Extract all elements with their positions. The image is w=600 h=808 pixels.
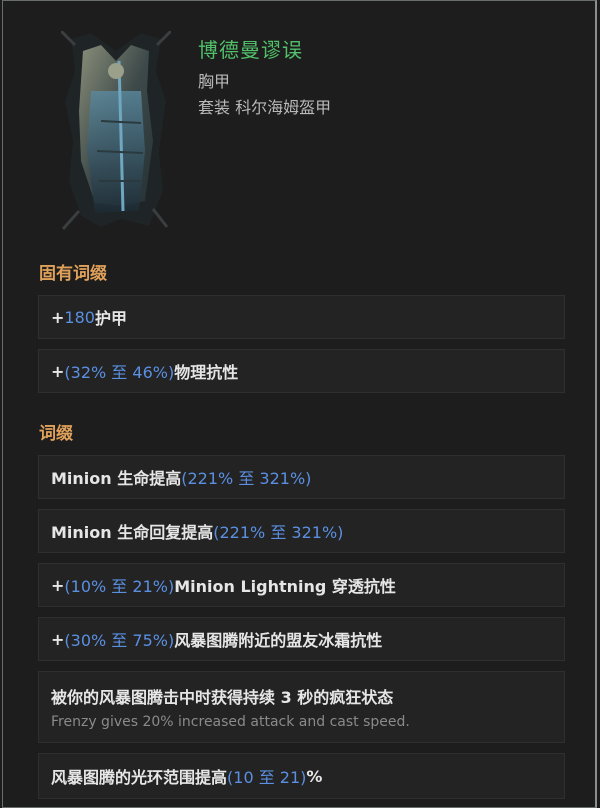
affix-row-cold-resist: + (30% 至 75%) 风暴图腾附近的盟友冰霜抗性 xyxy=(38,617,565,661)
frenzy-description: Frenzy gives 20% increased attack and ca… xyxy=(51,714,410,730)
item-set: 套装 科尔海姆盔甲 xyxy=(198,98,332,117)
aura-label: 风暴图腾的光环范围提高 xyxy=(51,768,228,787)
cold-value: (30% 至 75%) xyxy=(64,631,175,650)
affix-row-minion-life: Minion 生命提高 (221% 至 321%) xyxy=(38,455,565,499)
frenzy-label: 被你的风暴图腾击中时获得持续 3 秒的疯狂状态 xyxy=(51,688,394,707)
chest-armor-icon xyxy=(61,31,171,230)
phys-label: 物理抗性 xyxy=(174,363,239,382)
armor-value: 180 xyxy=(64,307,95,327)
affix-section-title: 词缀 xyxy=(39,424,73,444)
phys-value: (32% 至 46%) xyxy=(64,363,175,382)
item-name: 博德曼谬误 xyxy=(198,38,303,62)
affix-row-frenzy: 被你的风暴图腾击中时获得持续 3 秒的疯狂状态 Frenzy gives 20%… xyxy=(38,671,565,743)
armor-label: 护甲 xyxy=(94,309,127,328)
implicit-row-armor: +180 护甲 xyxy=(38,295,565,339)
implicit-row-physical-resist: + (32% 至 46%) 物理抗性 xyxy=(38,349,565,393)
lightning-prefix: + xyxy=(51,575,65,595)
minion-regen-label: Minion 生命回复提高 xyxy=(51,523,214,542)
implicit-section-title: 固有词缀 xyxy=(39,264,107,284)
item-header: 博德曼谬误 胸甲 套装 科尔海姆盔甲 xyxy=(3,1,595,246)
affix-row-lightning-pen: + (10% 至 21%) Minion Lightning 穿透抗性 xyxy=(38,563,565,607)
affix-row-aura-range: 风暴图腾的光环范围提高 (10 至 21)% xyxy=(38,753,565,799)
lightning-label: Minion Lightning 穿透抗性 xyxy=(174,577,396,596)
item-type: 胸甲 xyxy=(198,72,231,91)
cold-prefix: + xyxy=(51,629,65,649)
phys-prefix: + xyxy=(51,361,65,381)
lightning-value: (10% 至 21%) xyxy=(64,577,175,596)
minion-life-label: Minion 生命提高 xyxy=(51,469,182,488)
minion-life-value: (221% 至 321%) xyxy=(181,469,312,488)
cold-label: 风暴图腾附近的盟友冰霜抗性 xyxy=(174,631,383,650)
minion-regen-value: (221% 至 321%) xyxy=(213,523,344,542)
aura-suffix: % xyxy=(306,766,323,786)
armor-prefix: + xyxy=(51,307,65,327)
affix-row-minion-regen: Minion 生命回复提高 (221% 至 321%) xyxy=(38,509,565,553)
aura-value: (10 至 21) xyxy=(227,768,307,787)
item-tooltip: 博德曼谬误 胸甲 套装 科尔海姆盔甲 固有词缀 +180 护甲 + (32% 至 … xyxy=(2,0,597,808)
